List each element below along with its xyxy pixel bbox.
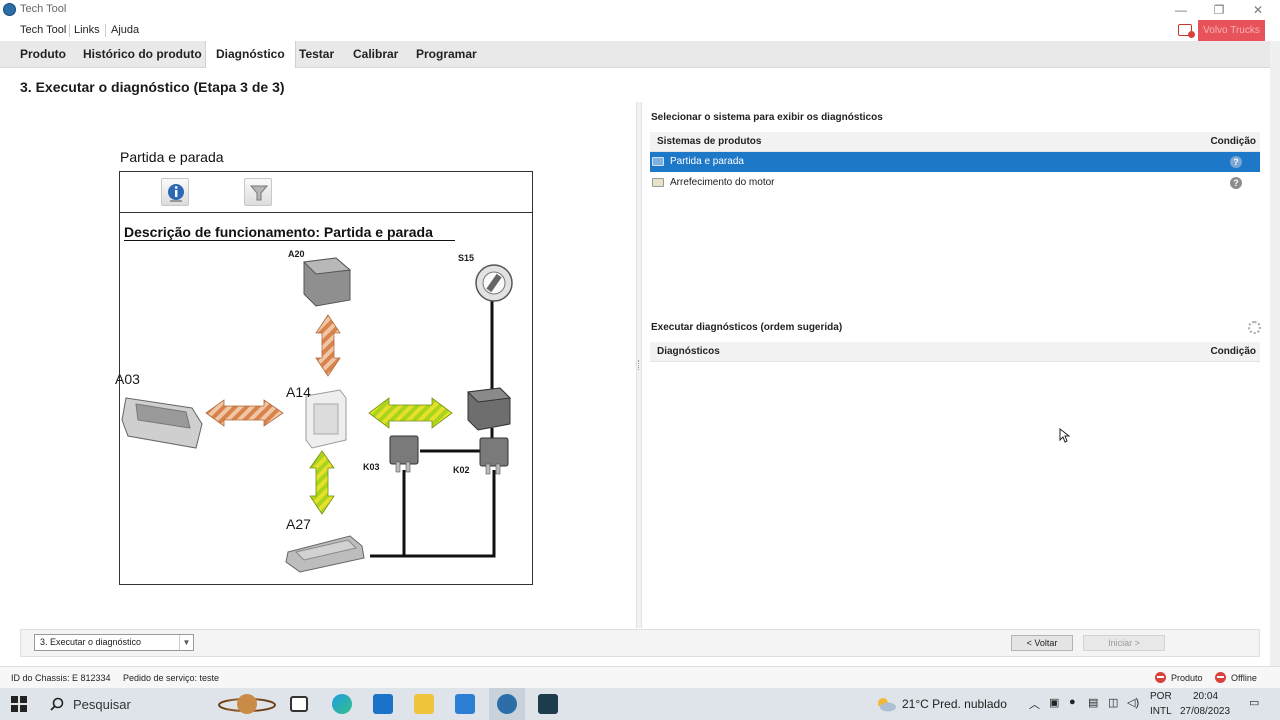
component-a27-ecu	[285, 535, 365, 573]
label-a03: A03	[115, 371, 140, 387]
service-order: Pedido de serviço: teste	[123, 673, 220, 683]
condition-unknown-icon: ?	[1230, 177, 1242, 189]
clock-time[interactable]: 20:04	[1193, 691, 1218, 702]
column-header-diagnostics[interactable]: Diagnósticos	[657, 346, 720, 357]
microphone-icon[interactable]: ●	[1069, 696, 1076, 708]
weather-text[interactable]: 21°C Pred. nublado	[902, 697, 1007, 711]
component-k02-relay	[479, 437, 509, 475]
wizard-footer	[20, 629, 1260, 657]
keyboard-layout-indicator[interactable]: INTL	[1150, 706, 1172, 717]
file-explorer-icon[interactable]	[414, 694, 434, 714]
volume-icon[interactable]: ◁)	[1127, 696, 1139, 709]
mail-icon[interactable]	[455, 694, 475, 714]
column-header-systems[interactable]: Sistemas de produtos	[657, 136, 761, 147]
search-icon[interactable]	[50, 697, 64, 711]
column-header-condition[interactable]: Condição	[1210, 346, 1256, 357]
task-view-icon[interactable]	[290, 696, 308, 712]
store-icon[interactable]	[373, 694, 393, 714]
close-button[interactable]: ✕	[1250, 2, 1266, 18]
arrow-a14-relay	[368, 397, 453, 429]
component-s15-ignition-switch	[475, 264, 513, 302]
back-button[interactable]: < Voltar	[1011, 635, 1073, 651]
product-status-icon	[1155, 672, 1166, 683]
minimize-button[interactable]: —	[1173, 2, 1189, 18]
start-button[interactable]: Iniciar >	[1083, 635, 1165, 651]
arrow-a14-a27	[309, 450, 335, 515]
component-a14	[305, 389, 347, 449]
panel-splitter[interactable]	[636, 102, 642, 628]
status-bar: ID do Chassis: E 812334 Pedido de serviç…	[0, 666, 1280, 688]
arrow-a20-a14	[315, 314, 341, 377]
system-name: Partida e parada	[670, 156, 744, 167]
step-dropdown[interactable]: 3. Executar o diagnóstico ▼	[34, 634, 194, 651]
chevron-down-icon: ▼	[179, 635, 193, 650]
diagnostics-grid-header: Diagnósticos Condição	[650, 342, 1260, 362]
mouse-cursor-icon	[1059, 428, 1071, 443]
restore-button[interactable]: ❐	[1211, 2, 1227, 18]
edge-browser-icon[interactable]	[332, 694, 352, 714]
wiring-diagram	[121, 257, 513, 573]
chassis-id: ID do Chassis: E 812334	[11, 673, 111, 683]
diagnostics-section-label: Executar diagnósticos (ordem sugerida)	[651, 322, 843, 333]
taskbar-search-input[interactable]: Pesquisar	[73, 697, 131, 712]
offline-status-icon	[1215, 672, 1226, 683]
column-header-condition[interactable]: Condição	[1210, 136, 1256, 147]
taskbar: Pesquisar 21°C Pred. nublado ︿ ▣ ● ▤ ◫ ◁…	[0, 688, 1280, 720]
windows-start-icon[interactable]	[11, 696, 27, 712]
systems-section-label: Selecionar o sistema para exibir os diag…	[651, 112, 883, 123]
component-main-relay	[466, 387, 512, 431]
folder-icon	[652, 157, 664, 166]
label-a27: A27	[286, 516, 311, 532]
loading-spinner-icon	[1248, 321, 1261, 334]
systems-grid-header: Sistemas de produtos Condição	[650, 132, 1260, 152]
label-k03: K03	[363, 462, 380, 472]
tray-app-icon[interactable]: ▤	[1088, 696, 1098, 709]
component-a20	[302, 257, 352, 307]
wire	[404, 470, 496, 558]
vertical-scrollbar[interactable]	[1270, 41, 1280, 666]
clock-date[interactable]: 27/08/2023	[1180, 706, 1230, 717]
wire	[370, 470, 406, 558]
system-row-arrefecimento-do-motor[interactable]: Arrefecimento do motor ?	[650, 173, 1260, 193]
tech-tool-taskbar-icon	[497, 694, 517, 714]
arrow-a03-a14	[205, 399, 284, 427]
system-row-partida-e-parada[interactable]: Partida e parada ?	[650, 152, 1260, 172]
component-k03-relay	[389, 435, 419, 473]
weather-cloud-icon	[878, 698, 896, 712]
product-status: Produto	[1171, 673, 1203, 683]
label-a14: A14	[286, 384, 311, 400]
alert-icon[interactable]	[1178, 24, 1195, 38]
label-s15: S15	[458, 253, 475, 263]
offline-status: Offline	[1231, 673, 1257, 683]
system-name: Arrefecimento do motor	[670, 177, 775, 188]
tray-chevron-up-icon[interactable]: ︿	[1029, 696, 1040, 712]
tray-device-icon[interactable]: ▣	[1049, 696, 1059, 709]
condition-unknown-icon: ?	[1230, 156, 1242, 168]
label-k02: K02	[453, 465, 470, 475]
notifications-icon[interactable]: ▭	[1249, 696, 1259, 709]
network-icon[interactable]: ◫	[1108, 696, 1118, 709]
search-highlight-saturn-icon[interactable]	[216, 689, 278, 719]
folder-icon	[652, 178, 664, 187]
step-dropdown-value: 3. Executar o diagnóstico	[40, 637, 142, 647]
brand-button[interactable]: Volvo Trucks	[1198, 20, 1265, 41]
label-a20: A20	[288, 249, 305, 259]
language-indicator[interactable]: POR	[1150, 691, 1172, 702]
component-a03-instrument-cluster	[121, 397, 203, 449]
splitter-grip	[638, 360, 640, 370]
terminal-app-icon[interactable]	[538, 694, 558, 714]
